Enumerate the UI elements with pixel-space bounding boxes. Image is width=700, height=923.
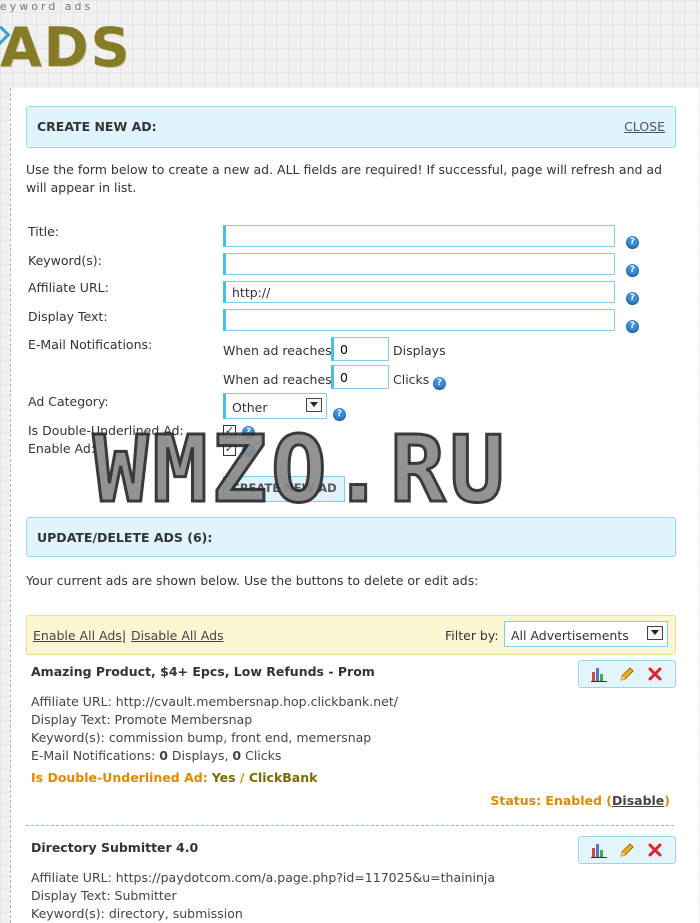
notif-prefix: E-Mail Notifications: (31, 748, 160, 763)
status-close: ) (664, 793, 670, 808)
help-icon[interactable]: ? (626, 292, 639, 305)
enable-all-link[interactable]: Enable All Ads (33, 628, 122, 643)
ad-divider (26, 825, 674, 826)
keywords-input[interactable] (223, 253, 615, 275)
watermark: WMZO.RU (92, 415, 509, 525)
ad-category: ClickBank (248, 770, 318, 785)
category-label: Ad Category: (28, 394, 109, 409)
ad-affiliate-url: Affiliate URL: https://paydotcom.com/a.p… (31, 870, 496, 885)
du-sep: / (235, 770, 249, 785)
chevron-down-icon (647, 626, 663, 640)
chevron-down-icon (306, 398, 322, 412)
ad-email-notifications: E-Mail Notifications: 0 Displays, 0 Clic… (31, 748, 281, 763)
edit-pencil-icon[interactable] (619, 842, 635, 858)
email-notifications-label: E-Mail Notifications: (28, 337, 153, 352)
help-icon[interactable]: ? (626, 264, 639, 277)
ad-title: Directory Submitter 4.0 (31, 840, 199, 855)
affiliate-url-input[interactable] (223, 281, 615, 303)
displays-input[interactable] (331, 337, 389, 361)
stats-chart-icon[interactable] (591, 842, 607, 858)
title-label: Title: (28, 224, 59, 239)
category-value: Other (232, 400, 268, 415)
displays-label: Displays (393, 343, 446, 358)
clicks-label: Clicks (393, 372, 430, 387)
update-ads-title: UPDATE/DELETE ADS (6): (37, 530, 213, 545)
filter-bar: Enable All Ads | Disable All Ads Filter … (26, 615, 676, 655)
affiliate-url-label: Affiliate URL: (28, 280, 109, 295)
create-intro: Use the form below to create a new ad. A… (26, 162, 662, 195)
tagline: eyword ads (0, 0, 94, 13)
ad-actions (578, 660, 676, 688)
delete-x-icon[interactable] (647, 666, 663, 682)
keywords-label: Keyword(s): (28, 253, 102, 268)
help-icon[interactable]: ? (433, 377, 446, 390)
disable-ad-link[interactable]: Disable (612, 793, 664, 808)
ad-display-text: Display Text: Submitter (31, 888, 177, 903)
clicks-word: Clicks (241, 748, 282, 763)
help-icon[interactable]: ? (626, 320, 639, 333)
display-text-label: Display Text: (28, 309, 108, 324)
disable-all-link[interactable]: Disable All Ads (131, 628, 224, 643)
link-separator: | (122, 628, 127, 643)
du-label: Is Double-Underlined Ad: (31, 770, 208, 785)
create-ad-header: CREATE NEW AD: CLOSE (26, 106, 676, 148)
enable-ad-label: Enable Ad: (28, 441, 96, 456)
ad-status: Status: Enabled (Disable) (490, 793, 670, 808)
filter-value: All Advertisements (511, 628, 629, 643)
main-panel: CREATE NEW AD: CLOSE Use the form below … (10, 88, 699, 923)
ad-actions (578, 836, 676, 864)
displays-word: Displays, (167, 748, 233, 763)
displays-prefix: When ad reaches (223, 343, 332, 358)
title-input[interactable] (223, 225, 615, 247)
clicks-prefix: When ad reaches (223, 372, 332, 387)
close-link[interactable]: CLOSE (624, 119, 665, 134)
displays-count: 0 (159, 748, 168, 763)
display-text-input[interactable] (223, 309, 615, 331)
header: eyword ads ADS (0, 0, 700, 88)
update-intro: Your current ads are shown below. Use th… (26, 573, 479, 588)
filter-label: Filter by: (445, 628, 499, 643)
stats-chart-icon[interactable] (591, 666, 607, 682)
du-value: Yes (211, 770, 236, 785)
ad-keywords: Keyword(s): commission bump, front end, … (31, 730, 372, 745)
edit-pencil-icon[interactable] (619, 666, 635, 682)
help-icon[interactable]: ? (626, 236, 639, 249)
ad-affiliate-url: Affiliate URL: http://cvault.membersnap.… (31, 694, 398, 709)
clicks-count: 0 (232, 748, 242, 763)
delete-x-icon[interactable] (647, 842, 663, 858)
filter-select[interactable]: All Advertisements (504, 621, 668, 647)
clicks-input[interactable] (331, 365, 389, 389)
ad-display-text: Display Text: Promote Membersnap (31, 712, 253, 727)
ad-title: Amazing Product, $4+ Epcs, Low Refunds -… (31, 664, 375, 679)
ad-keywords: Keyword(s): directory, submission (31, 906, 243, 921)
create-ad-title: CREATE NEW AD: (37, 119, 157, 134)
logo: ADS (0, 16, 132, 79)
status-label: Status: Enabled ( (490, 793, 613, 808)
ad-double-underlined: Is Double-Underlined Ad: Yes / ClickBank (31, 770, 317, 785)
